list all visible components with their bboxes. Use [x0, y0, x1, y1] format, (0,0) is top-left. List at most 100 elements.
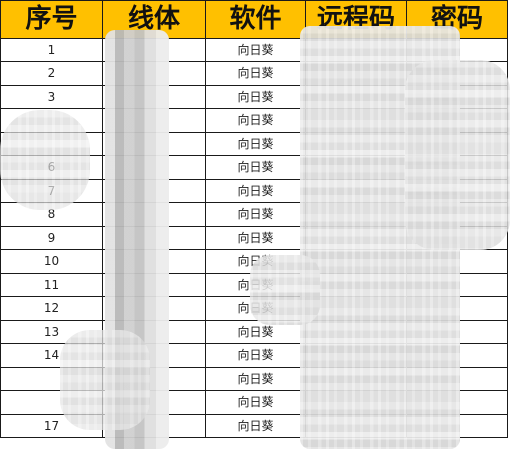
- cell-remote-code[interactable]: [305, 179, 407, 203]
- cell-line[interactable]: [102, 343, 206, 368]
- cell-remote-code[interactable]: [305, 108, 407, 133]
- cell-seq[interactable]: 13: [0, 320, 103, 344]
- header-line[interactable]: 线体: [102, 0, 206, 39]
- cell-remote-code[interactable]: [305, 273, 407, 297]
- cell-seq[interactable]: 14: [0, 343, 103, 368]
- cell-seq[interactable]: 7: [0, 179, 103, 203]
- cell-remote-code[interactable]: [305, 38, 407, 62]
- cell-seq[interactable]: 6: [0, 155, 103, 180]
- cell-software[interactable]: 向日葵: [205, 273, 306, 297]
- cell-software[interactable]: 向日葵: [205, 390, 306, 415]
- cell-seq[interactable]: 1: [0, 38, 103, 62]
- table-body: 1 向日葵 2 向日葵 3 向日葵 向日葵 向日葵 6 向日葵 7 向日葵 8 向日葵 9 向日葵 10 向日葵 1…: [0, 38, 508, 438]
- cell-software[interactable]: 向日葵: [205, 38, 306, 62]
- cell-line[interactable]: [102, 226, 206, 250]
- cell-line[interactable]: [102, 296, 206, 321]
- cell-remote-code[interactable]: [305, 414, 407, 438]
- cell-software[interactable]: 向日葵: [205, 85, 306, 109]
- cell-password[interactable]: [406, 179, 508, 203]
- cell-software[interactable]: 向日葵: [205, 320, 306, 344]
- cell-remote-code[interactable]: [305, 85, 407, 109]
- cell-password[interactable]: [406, 367, 508, 391]
- cell-password[interactable]: [406, 155, 508, 180]
- table-row: 14 向日葵: [0, 343, 508, 368]
- cell-password[interactable]: [406, 226, 508, 250]
- cell-password[interactable]: [406, 38, 508, 62]
- cell-line[interactable]: [102, 320, 206, 344]
- cell-software[interactable]: 向日葵: [205, 367, 306, 391]
- cell-remote-code[interactable]: [305, 367, 407, 391]
- cell-password[interactable]: [406, 249, 508, 274]
- table-row: 2 向日葵: [0, 61, 508, 86]
- cell-line[interactable]: [102, 85, 206, 109]
- header-password[interactable]: 密码: [406, 0, 508, 39]
- cell-seq[interactable]: 9: [0, 226, 103, 250]
- cell-password[interactable]: [406, 202, 508, 227]
- cell-remote-code[interactable]: [305, 61, 407, 86]
- table-row: 9 向日葵: [0, 226, 508, 250]
- cell-password[interactable]: [406, 390, 508, 415]
- cell-software[interactable]: 向日葵: [205, 155, 306, 180]
- cell-password[interactable]: [406, 320, 508, 344]
- cell-password[interactable]: [406, 108, 508, 133]
- cell-remote-code[interactable]: [305, 202, 407, 227]
- cell-software[interactable]: 向日葵: [205, 202, 306, 227]
- cell-password[interactable]: [406, 273, 508, 297]
- cell-seq[interactable]: 2: [0, 61, 103, 86]
- cell-line[interactable]: [102, 273, 206, 297]
- cell-line[interactable]: [102, 38, 206, 62]
- cell-remote-code[interactable]: [305, 296, 407, 321]
- table-row: 向日葵: [0, 132, 508, 156]
- cell-line[interactable]: [102, 367, 206, 391]
- header-software[interactable]: 软件: [205, 0, 306, 39]
- cell-remote-code[interactable]: [305, 390, 407, 415]
- cell-line[interactable]: [102, 390, 206, 415]
- cell-software[interactable]: 向日葵: [205, 296, 306, 321]
- cell-remote-code[interactable]: [305, 132, 407, 156]
- cell-line[interactable]: [102, 61, 206, 86]
- cell-remote-code[interactable]: [305, 226, 407, 250]
- spreadsheet-table: 序号 线体 软件 远程码 密码 1 向日葵 2 向日葵 3 向日葵 向日葵 向日葵 6 向日葵 7 向…: [0, 0, 508, 438]
- cell-password[interactable]: [406, 296, 508, 321]
- cell-password[interactable]: [406, 85, 508, 109]
- cell-software[interactable]: 向日葵: [205, 61, 306, 86]
- cell-software[interactable]: 向日葵: [205, 108, 306, 133]
- cell-line[interactable]: [102, 108, 206, 133]
- cell-seq[interactable]: [0, 108, 103, 133]
- cell-remote-code[interactable]: [305, 155, 407, 180]
- header-remote-code[interactable]: 远程码: [305, 0, 407, 39]
- cell-software[interactable]: 向日葵: [205, 179, 306, 203]
- table-row: 向日葵: [0, 390, 508, 415]
- cell-seq[interactable]: 17: [0, 414, 103, 438]
- table-row: 10 向日葵: [0, 249, 508, 274]
- cell-seq[interactable]: [0, 132, 103, 156]
- cell-line[interactable]: [102, 414, 206, 438]
- cell-seq[interactable]: 3: [0, 85, 103, 109]
- cell-password[interactable]: [406, 61, 508, 86]
- cell-software[interactable]: 向日葵: [205, 343, 306, 368]
- cell-seq[interactable]: 12: [0, 296, 103, 321]
- cell-software[interactable]: 向日葵: [205, 132, 306, 156]
- header-seq[interactable]: 序号: [0, 0, 103, 39]
- cell-line[interactable]: [102, 132, 206, 156]
- cell-seq[interactable]: [0, 367, 103, 391]
- cell-password[interactable]: [406, 414, 508, 438]
- cell-seq[interactable]: 11: [0, 273, 103, 297]
- cell-software[interactable]: 向日葵: [205, 414, 306, 438]
- cell-seq[interactable]: 10: [0, 249, 103, 274]
- cell-software[interactable]: 向日葵: [205, 226, 306, 250]
- cell-remote-code[interactable]: [305, 320, 407, 344]
- cell-remote-code[interactable]: [305, 249, 407, 274]
- cell-seq[interactable]: 8: [0, 202, 103, 227]
- cell-line[interactable]: [102, 155, 206, 180]
- cell-remote-code[interactable]: [305, 343, 407, 368]
- cell-password[interactable]: [406, 343, 508, 368]
- table-row: 7 向日葵: [0, 179, 508, 203]
- cell-line[interactable]: [102, 179, 206, 203]
- cell-seq[interactable]: [0, 390, 103, 415]
- cell-line[interactable]: [102, 202, 206, 227]
- cell-software[interactable]: 向日葵: [205, 249, 306, 274]
- cell-line[interactable]: [102, 249, 206, 274]
- table-row: 1 向日葵: [0, 38, 508, 62]
- cell-password[interactable]: [406, 132, 508, 156]
